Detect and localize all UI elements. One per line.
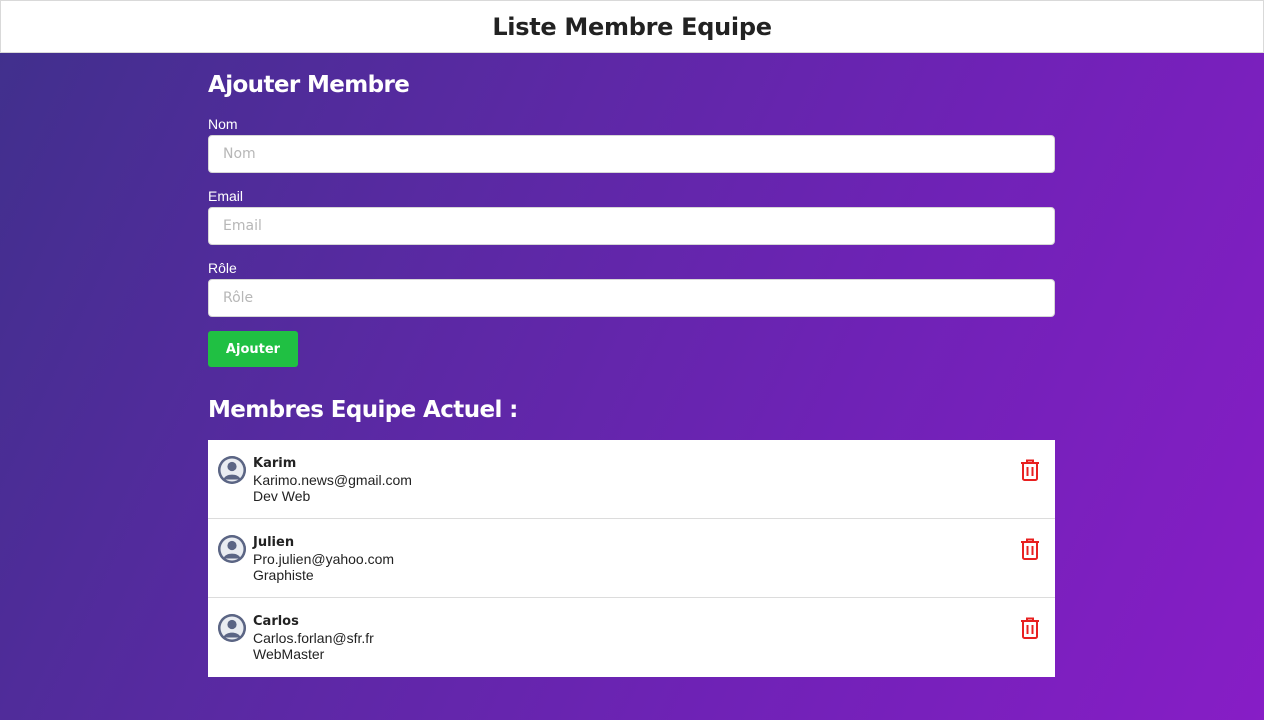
member-role: Graphiste (253, 567, 314, 583)
member-email: Pro.julien@yahoo.com (253, 551, 395, 567)
page-title: Liste Membre Equipe (492, 12, 772, 41)
user-avatar-icon (218, 535, 246, 563)
member-name: Karim (253, 456, 297, 471)
add-member-title: Ajouter Membre (208, 72, 410, 98)
email-label: Email (208, 188, 244, 204)
app-header: Liste Membre Equipe (0, 0, 1264, 53)
member-role: Dev Web (253, 488, 311, 504)
add-button[interactable]: Ajouter (208, 331, 298, 367)
role-label: Rôle (208, 260, 237, 276)
role-input[interactable] (208, 279, 1055, 317)
user-avatar-icon (218, 456, 246, 484)
email-input[interactable] (208, 207, 1055, 245)
trash-icon[interactable] (1019, 616, 1041, 640)
member-name: Julien (253, 535, 295, 550)
member-item: Carlos Carlos.forlan@sfr.fr WebMaster (208, 598, 1055, 677)
member-email: Karimo.news@gmail.com (253, 472, 412, 488)
member-name: Carlos (253, 614, 299, 629)
member-role: WebMaster (253, 646, 325, 662)
member-item: Karim Karimo.news@gmail.com Dev Web (208, 440, 1055, 519)
name-input[interactable] (208, 135, 1055, 173)
trash-icon[interactable] (1019, 537, 1041, 561)
members-list: Karim Karimo.news@gmail.com Dev Web Juli… (208, 440, 1055, 677)
user-avatar-icon (218, 614, 246, 642)
member-email: Carlos.forlan@sfr.fr (253, 630, 374, 646)
trash-icon[interactable] (1019, 458, 1041, 482)
name-label: Nom (208, 116, 238, 132)
member-item: Julien Pro.julien@yahoo.com Graphiste (208, 519, 1055, 598)
members-list-title: Membres Equipe Actuel : (208, 397, 518, 423)
